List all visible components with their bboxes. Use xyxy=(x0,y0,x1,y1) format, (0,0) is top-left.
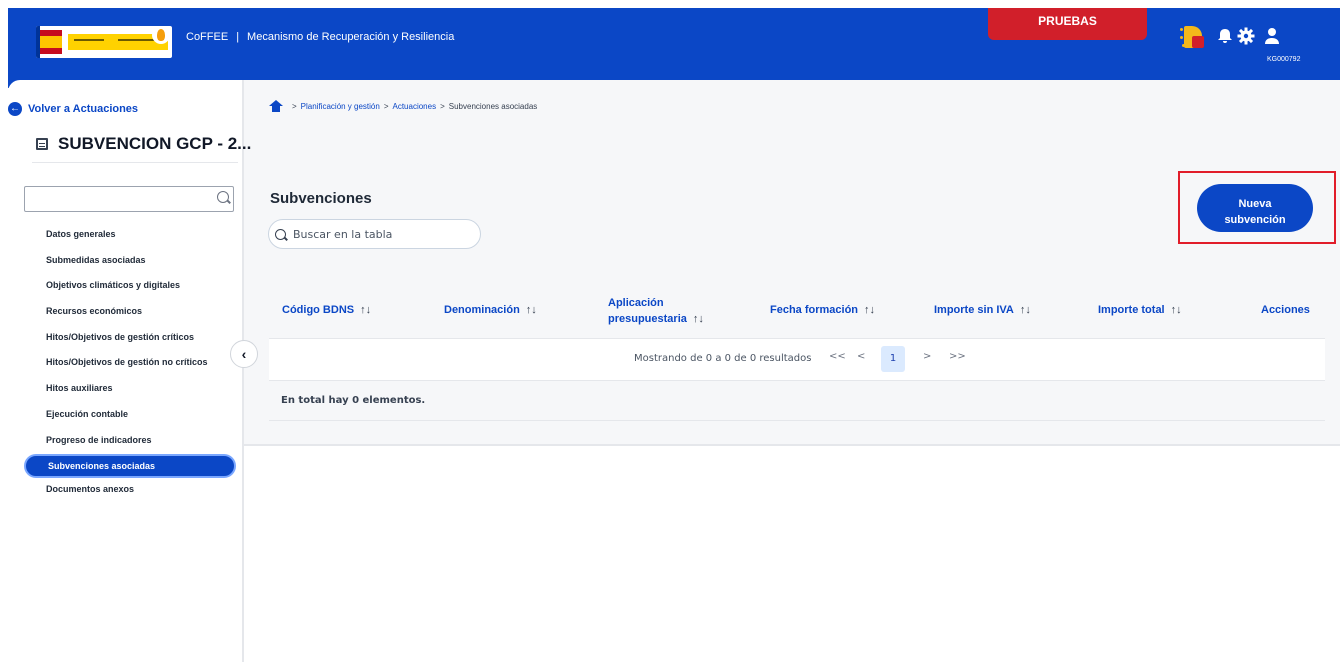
title-separator: | xyxy=(236,31,240,43)
sidebar-item-objetivos-climaticos[interactable]: Objetivos climáticos y digitales xyxy=(24,274,236,300)
column-label: Importe sin IVA xyxy=(934,304,1014,316)
top-header: CoFFEE | Mecanismo de Recuperación y Resil… xyxy=(8,8,1340,88)
sort-icon[interactable]: ↑↓ xyxy=(1171,304,1182,316)
column-acciones: Acciones xyxy=(1261,304,1310,316)
breadcrumb-current: Subvenciones asociadas xyxy=(448,101,538,111)
column-importe-sin-iva[interactable]: Importe sin IVA ↑↓ xyxy=(934,304,1031,316)
column-label: Importe total xyxy=(1098,304,1165,316)
module-title: Mecanismo de Recuperación y Resiliencia xyxy=(247,31,455,43)
breadcrumb-separator: > xyxy=(440,101,445,111)
pagination-status: Mostrando de 0 a 0 de 0 resultados xyxy=(634,353,812,364)
column-label-line1: Aplicación xyxy=(608,297,664,309)
sort-icon[interactable]: ↑↓ xyxy=(526,304,537,316)
user-code: KG000792 xyxy=(1267,56,1301,63)
table-search-input[interactable] xyxy=(293,226,473,242)
sidebar-item-recursos-economicos[interactable]: Recursos económicos xyxy=(24,300,236,326)
column-denominacion[interactable]: Denominación ↑↓ xyxy=(444,304,537,316)
collapse-sidebar-button[interactable]: ‹ xyxy=(230,340,258,368)
sidebar-item-progreso-indicadores[interactable]: Progreso de indicadores xyxy=(24,429,236,455)
main-divider xyxy=(244,444,1340,446)
sidebar-item-documentos-anexos[interactable]: Documentos anexos xyxy=(24,478,236,504)
sidebar-divider xyxy=(32,162,238,163)
table-search[interactable] xyxy=(268,219,481,249)
back-link-label: Volver a Actuaciones xyxy=(28,103,139,115)
gear-icon[interactable] xyxy=(1236,26,1256,46)
prev-page-button[interactable]: < xyxy=(857,351,865,362)
column-fecha-formacion[interactable]: Fecha formación ↑↓ xyxy=(770,304,875,316)
column-importe-total[interactable]: Importe total ↑↓ xyxy=(1098,304,1182,316)
sidebar: ← Volver a Actuaciones SUBVENCION GCP - … xyxy=(8,80,251,662)
table-header: Código BDNS ↑↓ Denominación ↑↓ Aplicación p… xyxy=(269,285,1325,339)
last-page-button[interactable]: >> xyxy=(949,351,966,362)
table-footer: En total hay 0 elementos. xyxy=(269,381,1325,421)
column-label: Fecha formación xyxy=(770,304,859,316)
spain-flag-icon xyxy=(40,30,62,54)
highlight-box xyxy=(1178,171,1336,244)
first-page-button[interactable]: << xyxy=(829,351,846,362)
page-number-button[interactable]: 1 xyxy=(881,346,905,372)
environment-badge: PRUEBAS xyxy=(988,8,1147,40)
breadcrumb-separator: > xyxy=(383,101,389,111)
calendar-grid-icon xyxy=(36,138,48,150)
breadcrumb-actuaciones[interactable]: Actuaciones xyxy=(393,102,437,111)
pagination-row: Mostrando de 0 a 0 de 0 resultados << < … xyxy=(269,339,1325,381)
recovery-plan-logo-icon xyxy=(1180,24,1210,52)
user-icon[interactable] xyxy=(1262,26,1282,46)
column-codigo-bdns[interactable]: Código BDNS ↑↓ xyxy=(282,304,371,316)
search-icon xyxy=(217,191,229,203)
coffee-logo-icon xyxy=(152,26,170,44)
column-label: Denominación xyxy=(444,304,520,316)
sidebar-item-submedidas[interactable]: Submedidas asociadas xyxy=(24,249,236,275)
home-icon[interactable] xyxy=(268,100,284,112)
next-page-button[interactable]: > xyxy=(923,351,931,362)
bell-icon[interactable] xyxy=(1215,26,1235,46)
sidebar-search-input[interactable] xyxy=(24,186,234,212)
sort-icon[interactable]: ↑↓ xyxy=(693,313,704,325)
column-label: Código BDNS xyxy=(282,304,355,316)
sidebar-menu: Datos generales Submedidas asociadas Obj… xyxy=(24,223,236,504)
page-title: Subvenciones xyxy=(270,190,372,207)
sidebar-item-datos-generales[interactable]: Datos generales xyxy=(24,223,236,249)
subvenciones-table: Código BDNS ↑↓ Denominación ↑↓ Aplicación p… xyxy=(269,285,1325,421)
sidebar-item-ejecucion-contable[interactable]: Ejecución contable xyxy=(24,403,236,429)
column-label-line2: presupuestaria xyxy=(608,313,687,325)
total-count: En total hay 0 elementos. xyxy=(281,395,426,406)
sort-icon[interactable]: ↑↓ xyxy=(864,304,875,316)
entity-title: SUBVENCION GCP - 2... xyxy=(36,134,251,154)
sort-icon[interactable]: ↑↓ xyxy=(1020,304,1031,316)
breadcrumb-planificacion[interactable]: Planificación y gestión xyxy=(301,102,380,111)
sidebar-item-hitos-no-criticos[interactable]: Hitos/Objetivos de gestión no críticos xyxy=(24,351,236,377)
breadcrumb: > Planificación y gestión > Actuaciones … xyxy=(268,100,537,112)
column-aplicacion-presupuestaria[interactable]: Aplicación presupuestaria ↑↓ xyxy=(608,295,704,327)
back-link[interactable]: ← Volver a Actuaciones xyxy=(8,102,138,116)
breadcrumb-separator: > xyxy=(292,101,297,111)
sidebar-item-subvenciones[interactable]: Subvenciones asociadas xyxy=(24,454,236,479)
sort-icon[interactable]: ↑↓ xyxy=(360,304,371,316)
entity-title-text: SUBVENCION GCP - 2... xyxy=(58,134,252,153)
search-icon xyxy=(275,229,286,240)
arrow-left-icon: ← xyxy=(8,102,22,116)
app-name: CoFFEE xyxy=(186,31,229,43)
sidebar-item-hitos-auxiliares[interactable]: Hitos auxiliares xyxy=(24,377,236,403)
app-title: CoFFEE | Mecanismo de Recuperación y Resil… xyxy=(186,31,454,43)
sidebar-item-hitos-criticos[interactable]: Hitos/Objetivos de gestión críticos xyxy=(24,326,236,352)
